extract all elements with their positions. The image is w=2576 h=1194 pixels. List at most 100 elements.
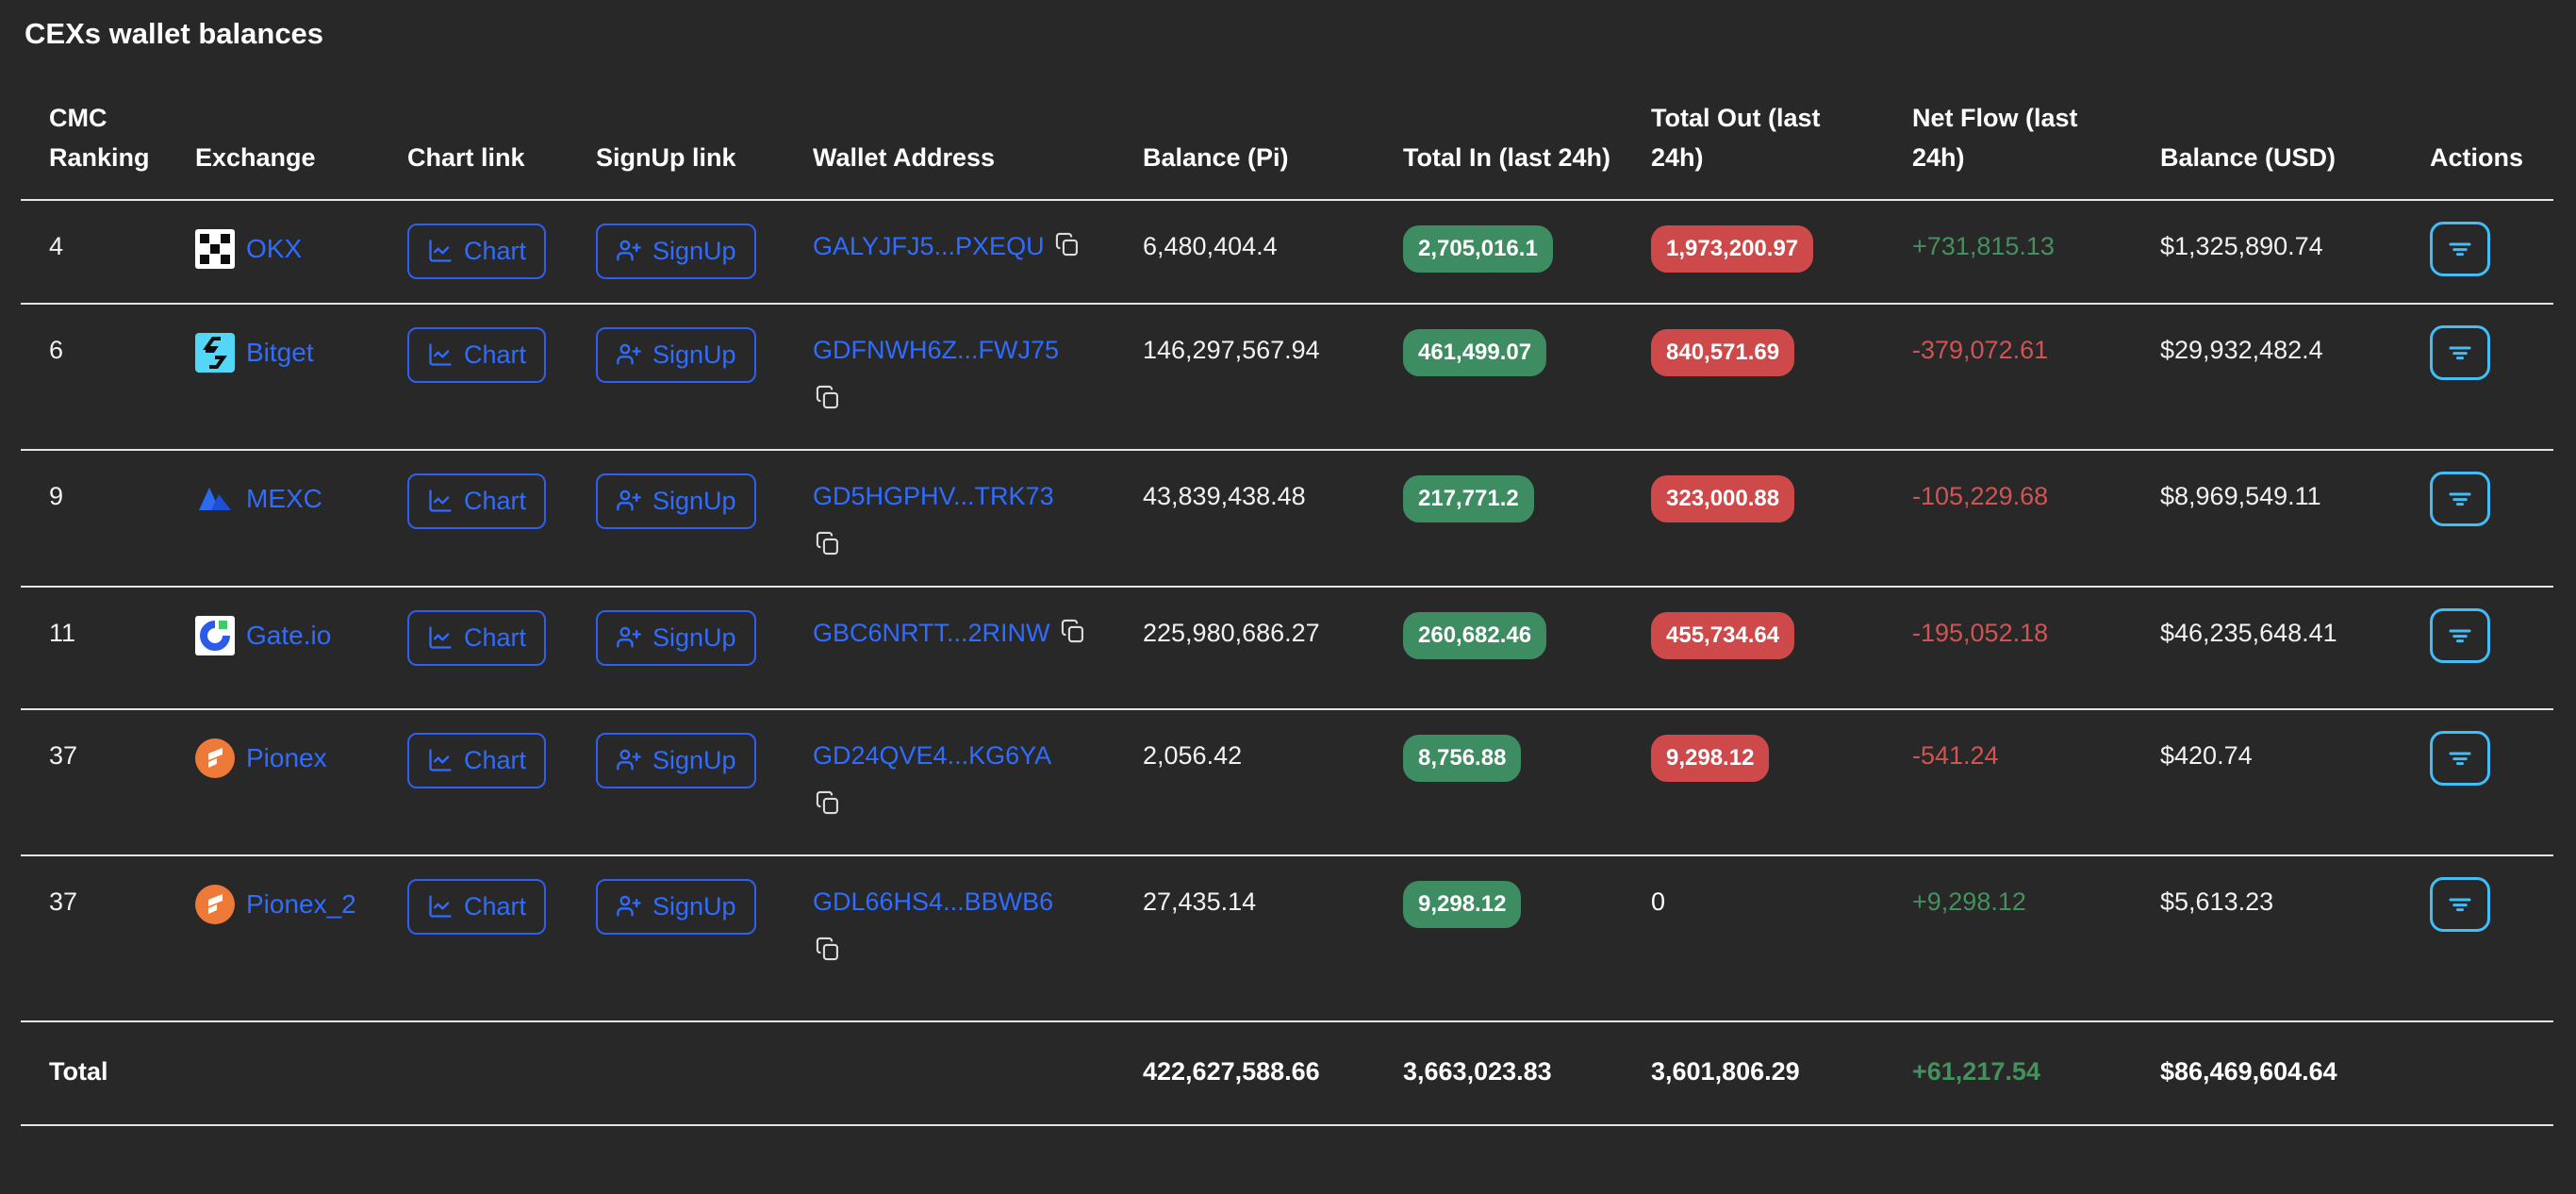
wallet-address-link[interactable]: GBC6NRTT...2RINW: [813, 619, 1050, 647]
total-in-badge: 9,298.12: [1403, 880, 1522, 929]
okx-logo-icon: [195, 228, 235, 269]
total-balance-pi: 422,627,588.66: [1143, 1020, 1403, 1126]
total-out-badge: 455,734.64: [1651, 611, 1795, 660]
filter-icon: [2449, 242, 2471, 256]
total-balance-usd: $86,469,604.64: [2160, 1020, 2430, 1126]
exchange-link[interactable]: OKX: [195, 228, 357, 269]
exchange-name: Bitget: [246, 337, 314, 367]
chart-button-label: Chart: [464, 340, 527, 369]
filter-icon: [2449, 629, 2471, 642]
user-plus-icon: [617, 895, 641, 917]
actions-filter-button[interactable]: [2430, 221, 2490, 276]
actions-filter-button[interactable]: [2430, 607, 2490, 663]
chart-button-label: Chart: [464, 891, 527, 920]
signup-button-label: SignUp: [652, 891, 736, 920]
actions-filter-button[interactable]: [2430, 876, 2490, 932]
total-out-badge: 9,298.12: [1651, 734, 1770, 783]
signup-button[interactable]: SignUp: [596, 732, 756, 788]
signup-button[interactable]: SignUp: [596, 223, 756, 279]
total-out-badge: 323,000.88: [1651, 474, 1795, 523]
copy-icon[interactable]: [1054, 231, 1081, 266]
table-row: 37 Pionex Chart SignUp GD24QVE4...KG6YA …: [21, 708, 2553, 856]
chart-button[interactable]: Chart: [407, 223, 547, 279]
balance-usd-value: $46,235,648.41: [2160, 586, 2430, 710]
pionex-logo-icon: [195, 884, 235, 924]
total-in-badge: 8,756.88: [1403, 734, 1522, 783]
filter-icon: [2449, 346, 2471, 359]
exchange-link[interactable]: MEXC: [195, 479, 357, 519]
signup-button[interactable]: SignUp: [596, 878, 756, 935]
signup-button[interactable]: SignUp: [596, 326, 756, 383]
chart-button[interactable]: Chart: [407, 732, 547, 788]
signup-button-label: SignUp: [652, 622, 736, 652]
exchange-name: Pionex_2: [246, 888, 356, 919]
header-row: CMC Ranking Exchange Chart link SignUp l…: [21, 57, 2553, 201]
filter-icon: [2449, 752, 2471, 765]
balance-pi-value: 2,056.42: [1143, 708, 1403, 856]
actions-filter-button[interactable]: [2430, 324, 2490, 380]
chart-button-label: Chart: [464, 486, 527, 515]
line-chart-icon: [429, 749, 452, 771]
exchange-link[interactable]: Gate.io: [195, 615, 357, 655]
net-flow-value: -541.24: [1912, 740, 1999, 770]
user-plus-icon: [617, 749, 641, 771]
mexc-logo-icon: [195, 479, 235, 519]
cex-wallet-balances-table: CMC Ranking Exchange Chart link SignUp l…: [21, 57, 2553, 1126]
total-net-flow: +61,217.54: [1912, 1056, 2040, 1086]
exchange-link[interactable]: Pionex_2: [195, 884, 357, 924]
cmc-ranking-value: 37: [21, 854, 195, 1022]
wallet-address-link[interactable]: GDL66HS4...BBWB6: [813, 887, 1053, 916]
table-row: 9 MEXC Chart SignUp GD5HGPHV...TRK73 43,…: [21, 449, 2553, 588]
signup-button-label: SignUp: [652, 340, 736, 369]
cmc-ranking-value: 37: [21, 708, 195, 856]
actions-filter-button[interactable]: [2430, 730, 2490, 786]
chart-button[interactable]: Chart: [407, 609, 547, 666]
total-out-badge: 1,973,200.97: [1651, 224, 1814, 274]
balance-usd-value: $8,969,549.11: [2160, 449, 2430, 588]
actions-filter-button[interactable]: [2430, 471, 2490, 526]
wallet-address-link[interactable]: GALYJFJ5...PXEQU: [813, 232, 1045, 260]
balance-pi-value: 43,839,438.48: [1143, 449, 1403, 588]
exchange-link[interactable]: Bitget: [195, 332, 357, 373]
chart-button[interactable]: Chart: [407, 326, 547, 383]
signup-button-label: SignUp: [652, 486, 736, 515]
net-flow-value: +731,815.13: [1912, 231, 2055, 260]
table-row: 4 OKX Chart SignUp GALYJFJ5...PXEQU 6,48…: [21, 199, 2553, 305]
line-chart-icon: [429, 626, 452, 649]
chart-button-label: Chart: [464, 622, 527, 652]
wallet-address-link[interactable]: GDFNWH6Z...FWJ75: [813, 336, 1059, 364]
chart-button[interactable]: Chart: [407, 878, 547, 935]
balance-pi-value: 27,435.14: [1143, 854, 1403, 1022]
wallet-address-link[interactable]: GD24QVE4...KG6YA: [813, 741, 1051, 770]
copy-icon[interactable]: [815, 530, 1118, 565]
column-header-chart-link: Chart link: [407, 57, 596, 201]
net-flow-value: -195,052.18: [1912, 618, 2049, 647]
filter-icon: [2449, 492, 2471, 506]
chart-button-label: Chart: [464, 236, 527, 265]
signup-button[interactable]: SignUp: [596, 473, 756, 529]
signup-button[interactable]: SignUp: [596, 609, 756, 666]
user-plus-icon: [617, 343, 641, 365]
net-flow-value: +9,298.12: [1912, 887, 2026, 916]
wallet-address-link[interactable]: GD5HGPHV...TRK73: [813, 482, 1054, 510]
user-plus-icon: [617, 489, 641, 511]
gate-logo-icon: [195, 615, 235, 655]
copy-icon[interactable]: [815, 384, 1118, 419]
balance-usd-value: $5,613.23: [2160, 854, 2430, 1022]
exchange-name: Pionex: [246, 742, 327, 772]
balance-pi-value: 146,297,567.94: [1143, 303, 1403, 451]
copy-icon[interactable]: [815, 936, 1118, 970]
total-label: Total: [21, 1020, 195, 1126]
chart-button-label: Chart: [464, 745, 527, 774]
column-header-total-out: Total Out (last 24h): [1651, 57, 1912, 201]
column-header-balance-pi: Balance (Pi): [1143, 57, 1403, 201]
chart-button[interactable]: Chart: [407, 473, 547, 529]
copy-icon[interactable]: [815, 789, 1118, 824]
exchange-link[interactable]: Pionex: [195, 738, 357, 778]
balance-usd-value: $1,325,890.74: [2160, 199, 2430, 305]
column-header-exchange: Exchange: [195, 57, 407, 201]
column-header-balance-usd: Balance (USD): [2160, 57, 2430, 201]
table-row: 6 Bitget Chart SignUp GDFNWH6Z...FWJ75 1…: [21, 303, 2553, 451]
column-header-actions: Actions: [2430, 57, 2553, 201]
copy-icon[interactable]: [1060, 618, 1086, 653]
